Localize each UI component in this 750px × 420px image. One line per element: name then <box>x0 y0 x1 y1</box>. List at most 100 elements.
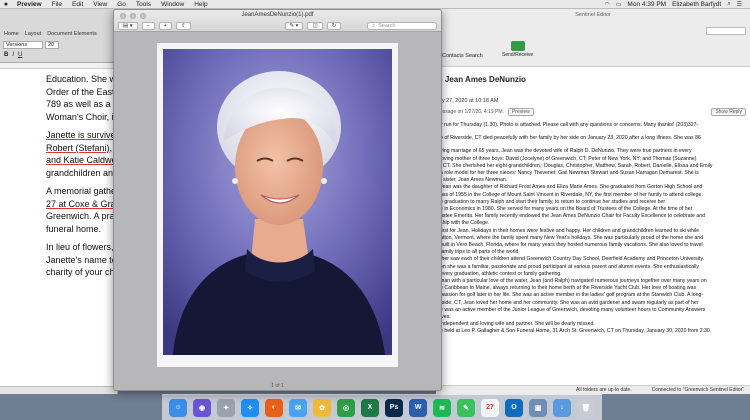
dock-downloads-icon[interactable]: ↓ <box>553 398 571 417</box>
dock-safari-icon[interactable]: ✧ <box>241 398 259 417</box>
font-size-field[interactable]: 20 <box>45 41 59 49</box>
dock-chrome-icon[interactable]: ◎ <box>337 398 355 417</box>
menu-item-app[interactable]: Preview <box>12 1 47 8</box>
email-body-line: ving marriage of 65 years, Jean was the … <box>440 148 692 155</box>
mail-toolbar: Sentinel Editor Send/Receive Contacts Se… <box>436 9 750 67</box>
doc-line: In lieu of flowers, <box>46 242 114 252</box>
user-name[interactable]: Elizabeth Barfydt <box>672 1 721 8</box>
zoom-out-icon[interactable]: − <box>141 21 155 30</box>
mail-status-bar: All folders are up to date. Connected to… <box>436 385 750 394</box>
document-title: JeanAmesDeNunzio(1).pdf <box>241 12 314 18</box>
wifi-icon[interactable]: ◠ <box>605 1 610 8</box>
doc-line: 27 at Coxe & Gra <box>46 198 116 209</box>
clock[interactable]: Mon 4:39 PM <box>627 1 666 8</box>
format-row: B I U <box>0 49 117 61</box>
doc-line: grandchildren and <box>46 167 118 178</box>
send-receive-label: Send/Receive <box>502 52 534 58</box>
word-window: Home Layout Document Elements Versions 2… <box>0 9 118 394</box>
email-body-line: first for Jean. Holidays in their homes … <box>440 227 700 234</box>
send-receive-button[interactable]: Send/Receive <box>502 41 533 58</box>
page-indicator: 1 of 1 <box>271 383 284 389</box>
bold-button[interactable]: B <box>4 52 8 58</box>
underline-button[interactable]: U <box>18 52 22 58</box>
tab-document-elements[interactable]: Document Elements <box>47 31 97 37</box>
dock-trash-icon[interactable]: 🗑 <box>577 398 595 417</box>
notification-icon[interactable]: ☰ <box>737 1 742 8</box>
dock-excel-icon[interactable]: X <box>361 398 379 417</box>
connection-status: Connected to "Greenwich Sentinel Editor" <box>651 387 745 393</box>
font-name-field[interactable]: Versions <box>3 41 43 49</box>
dock-spotify-icon[interactable]: ≋ <box>433 398 451 417</box>
italic-button[interactable]: I <box>12 52 14 58</box>
doc-line: Janette's name to <box>46 254 117 265</box>
battery-icon[interactable]: ▭ <box>616 1 622 8</box>
tab-home[interactable]: Home <box>4 31 19 37</box>
search-icon: ⌕ <box>372 22 376 29</box>
menu-item-window[interactable]: Window <box>156 1 189 8</box>
menu-item-file[interactable]: File <box>47 1 67 8</box>
doc-line: Education. She w <box>46 74 117 84</box>
attachment-preview-button[interactable]: Preview <box>507 108 534 116</box>
email-meta: essage on 1/27/20, 4:19 PM. Preview Show… <box>436 104 750 120</box>
email-body-line: e held at Leo P. Gallagher & Son Funeral… <box>440 328 710 335</box>
email-body-line: ustee Emerita. Her family recently endow… <box>440 213 705 220</box>
dock-firefox-icon[interactable]: ◐ <box>265 398 283 417</box>
apple-menu-icon[interactable]: ● <box>0 1 12 8</box>
word-ribbon-tabs: Home Layout Document Elements <box>0 9 117 37</box>
menu-item-tools[interactable]: Tools <box>131 1 156 8</box>
email-body-line: y run for Thursday (1.30). Photo is atta… <box>440 122 699 128</box>
menu-item-view[interactable]: View <box>88 1 112 8</box>
font-row: Versions 20 <box>0 37 117 49</box>
search-placeholder: Search <box>378 22 396 29</box>
preview-titlebar[interactable]: JeanAmesDeNunzio(1).pdf ▤ ▾ − + ⇪ ✎ ▾ ◫ … <box>114 10 441 32</box>
preview-toolbar: ▤ ▾ − + ⇪ ✎ ▾ ◫ ↻ ⌕ Search <box>118 21 437 30</box>
sidebar-toggle-icon[interactable]: ▤ ▾ <box>118 21 138 30</box>
share-icon[interactable]: ⇪ <box>175 21 191 30</box>
annotate-icon[interactable]: ◫ <box>307 21 323 30</box>
contacts-search-button[interactable]: Contacts Search <box>442 53 483 59</box>
preview-window: JeanAmesDeNunzio(1).pdf ▤ ▾ − + ⇪ ✎ ▾ ◫ … <box>113 9 442 391</box>
dock-launchpad-icon[interactable]: ✦ <box>217 398 235 417</box>
menu-item-go[interactable]: Go <box>112 1 131 8</box>
dock-messages-icon[interactable]: ✎ <box>457 398 475 417</box>
mail-search-field[interactable] <box>706 27 746 35</box>
menu-item-edit[interactable]: Edit <box>67 1 88 8</box>
dock-siri-icon[interactable]: ◉ <box>193 398 211 417</box>
email-body-line: man with a particular love of the water,… <box>440 278 707 285</box>
doc-line: charity of your ch <box>46 267 115 277</box>
dock-mail-icon[interactable]: ✉ <box>289 398 307 417</box>
email-body-line: family trips to all parts of the world. <box>440 249 520 256</box>
doc-line: and Katie Caldwe <box>46 155 117 165</box>
doc-line: Woman's Choir, i <box>46 111 114 122</box>
show-reply-button[interactable]: Show Reply <box>711 108 746 116</box>
email-body-line: atton, Vermont, where the family spent m… <box>440 234 704 241</box>
search-field[interactable]: ⌕ Search <box>367 21 437 30</box>
menu-bar: ● Preview File Edit View Go Tools Window… <box>0 0 750 9</box>
portrait-photo[interactable] <box>157 43 398 367</box>
email-body[interactable]: y run for Thursday (1.30). Photo is atta… <box>436 120 750 338</box>
email-body-line: e was an active member of the Junior Lea… <box>440 306 706 313</box>
email-body-line: e graduation to marry Ralph and start th… <box>440 198 666 205</box>
doc-line: Janette is survive <box>46 130 116 140</box>
dock-finder-icon[interactable]: ☺ <box>169 398 187 417</box>
doc-line: 789 as well as a r <box>46 99 117 109</box>
dock-outlook-icon[interactable]: O <box>505 398 523 417</box>
tab-layout[interactable]: Layout <box>25 31 42 37</box>
rotate-icon[interactable]: ↻ <box>326 21 342 30</box>
markup-pen-icon[interactable]: ✎ ▾ <box>284 21 304 30</box>
dock-word-icon[interactable]: W <box>409 398 427 417</box>
zoom-in-icon[interactable]: + <box>158 21 172 30</box>
email-body-line: every graduation, athletic contest or fa… <box>440 270 562 277</box>
doc-line: funeral home. <box>46 223 102 234</box>
email-body-line: ship with the College. <box>440 220 490 227</box>
email-body-line: loving mother of three boys: David (Joce… <box>440 155 697 162</box>
dock-photos-icon[interactable]: ✿ <box>313 398 331 417</box>
email-body-line: ass of 1955 in the College of Mount Sain… <box>440 191 703 198</box>
search-icon[interactable]: ⌕ <box>727 1 730 8</box>
email-body-line: ives. <box>440 314 451 321</box>
menu-item-help[interactable]: Help <box>189 1 212 8</box>
dock-preview-icon[interactable]: ▣ <box>529 398 547 417</box>
dock-photoshop-icon[interactable]: Ps <box>385 398 403 417</box>
document-page[interactable]: Education. She w Order of the Easte 789 … <box>0 69 117 279</box>
dock-calendar-icon[interactable]: 27 <box>481 398 499 417</box>
